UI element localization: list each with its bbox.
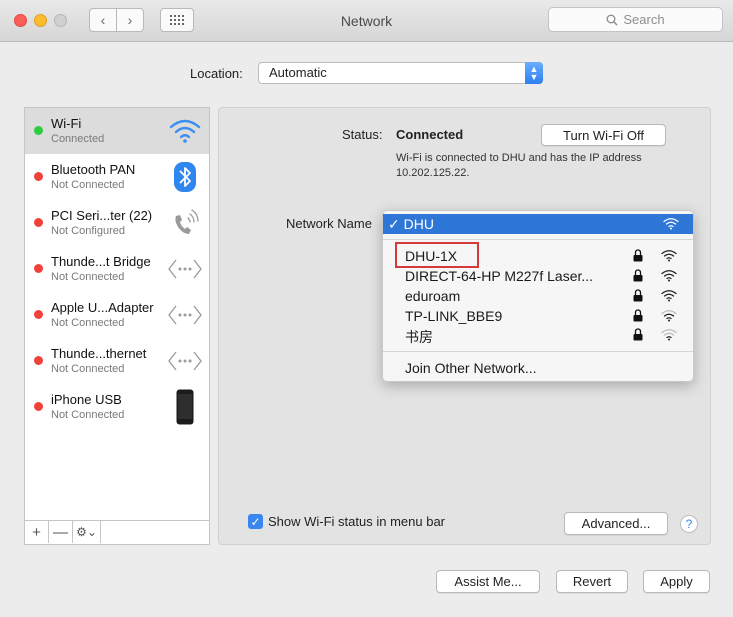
service-status: Not Configured [51, 225, 125, 237]
join-other-network-option[interactable]: Join Other Network... [405, 360, 537, 376]
status-dot [34, 126, 43, 135]
status-dot [34, 402, 43, 411]
status-value: Connected [396, 127, 464, 142]
status-dot [34, 310, 43, 319]
network-option[interactable]: eduroam [405, 288, 460, 304]
lock-icon [633, 269, 643, 285]
network-dropdown-menu[interactable]: ✓ DHU DHU-1X DIRECT-64-HP M227f Laser...… [382, 210, 694, 382]
ethernet-icon [167, 345, 203, 377]
up-down-chevron-icon: ▲ ▼ [525, 62, 543, 84]
network-option[interactable]: TP-LINK_BBE9 [405, 308, 502, 324]
iphone-icon [167, 389, 203, 425]
checkmark-icon: ✓ [388, 216, 400, 232]
location-select[interactable]: Automatic ▲ ▼ [258, 62, 543, 84]
remove-service-button[interactable]: — [49, 521, 73, 543]
revert-button[interactable]: Revert [556, 570, 628, 593]
network-option[interactable]: DIRECT-64-HP M227f Laser... [405, 268, 593, 284]
wifi-signal-icon [661, 309, 677, 325]
status-dot [34, 356, 43, 365]
service-name: Thunde...t Bridge [51, 254, 151, 269]
apply-button[interactable]: Apply [643, 570, 710, 593]
service-item-pci-serial[interactable]: PCI Seri...ter (22) Not Configured [25, 200, 209, 246]
wifi-icon [167, 115, 203, 147]
network-name: DHU [403, 216, 434, 232]
service-status: Not Connected [51, 271, 125, 283]
ethernet-icon [167, 299, 203, 331]
service-item-iphone-usb[interactable]: iPhone USB Not Connected [25, 384, 209, 430]
checkmark-icon: ✓ [250, 514, 261, 529]
service-status: Not Connected [51, 363, 125, 375]
title-bar: ‹ › Network Search [0, 0, 733, 42]
service-item-thunderbolt-ethernet[interactable]: Thunde...thernet Not Connected [25, 338, 209, 384]
service-name: PCI Seri...ter (22) [51, 208, 153, 223]
menu-separator [383, 351, 693, 352]
search-field[interactable]: Search [548, 7, 723, 32]
phone-icon [167, 207, 203, 239]
service-name: Thunde...thernet [51, 346, 147, 361]
advanced-button[interactable]: Advanced... [564, 512, 668, 535]
lock-icon [633, 328, 643, 344]
service-item-apple-usb-adapter[interactable]: Apple U...Adapter Not Connected [25, 292, 209, 338]
sidebar-toolbar: + — ⚙︎⌄ [24, 521, 210, 545]
service-name: Bluetooth PAN [51, 162, 136, 177]
help-button[interactable]: ? [680, 515, 698, 533]
status-dot [34, 172, 43, 181]
service-item-wifi[interactable]: Wi-Fi Connected [25, 108, 209, 154]
service-item-bluetooth-pan[interactable]: Bluetooth PAN Not Connected [25, 154, 209, 200]
service-status: Not Connected [51, 317, 125, 329]
wifi-signal-icon [663, 218, 679, 230]
lock-icon [633, 289, 643, 305]
bluetooth-icon [167, 161, 203, 193]
service-name: Apple U...Adapter [51, 300, 154, 315]
wifi-signal-icon [661, 269, 677, 285]
turn-wifi-off-button[interactable]: Turn Wi-Fi Off [541, 124, 666, 146]
lock-icon [633, 249, 643, 265]
show-wifi-status-label: Show Wi-Fi status in menu bar [268, 514, 446, 529]
ethernet-icon [167, 253, 203, 285]
add-service-button[interactable]: + [25, 521, 49, 543]
network-option[interactable]: 书房 [405, 327, 433, 347]
location-label: Location: [190, 66, 243, 81]
service-status: Connected [51, 133, 105, 145]
assist-me-button[interactable]: Assist Me... [436, 570, 540, 593]
highlight-box [395, 242, 479, 268]
service-status: Not Connected [51, 409, 125, 421]
network-name-label: Network Name [286, 216, 372, 231]
wifi-signal-icon [661, 249, 677, 265]
service-status: Not Connected [51, 179, 125, 191]
service-name: Wi-Fi [51, 116, 82, 131]
service-name: iPhone USB [51, 392, 122, 407]
search-placeholder: Search [623, 12, 665, 27]
service-list[interactable]: Wi-Fi Connected Bluetooth PAN Not Connec… [24, 107, 210, 521]
menu-separator [383, 239, 693, 240]
search-icon [606, 14, 618, 26]
location-value: Automatic [269, 65, 327, 80]
show-wifi-status-checkbox[interactable]: ✓ [248, 514, 263, 529]
wifi-signal-icon [661, 328, 677, 344]
service-item-thunderbolt-bridge[interactable]: Thunde...t Bridge Not Connected [25, 246, 209, 292]
gear-menu-button[interactable]: ⚙︎⌄ [73, 521, 101, 543]
network-option-selected[interactable]: ✓ DHU [383, 214, 693, 234]
status-description: Wi-Fi is connected to DHU and has the IP… [396, 152, 642, 179]
status-dot [34, 264, 43, 273]
status-label: Status: [342, 127, 383, 142]
status-dot [34, 218, 43, 227]
wifi-signal-icon [661, 289, 677, 305]
lock-icon [633, 309, 643, 325]
